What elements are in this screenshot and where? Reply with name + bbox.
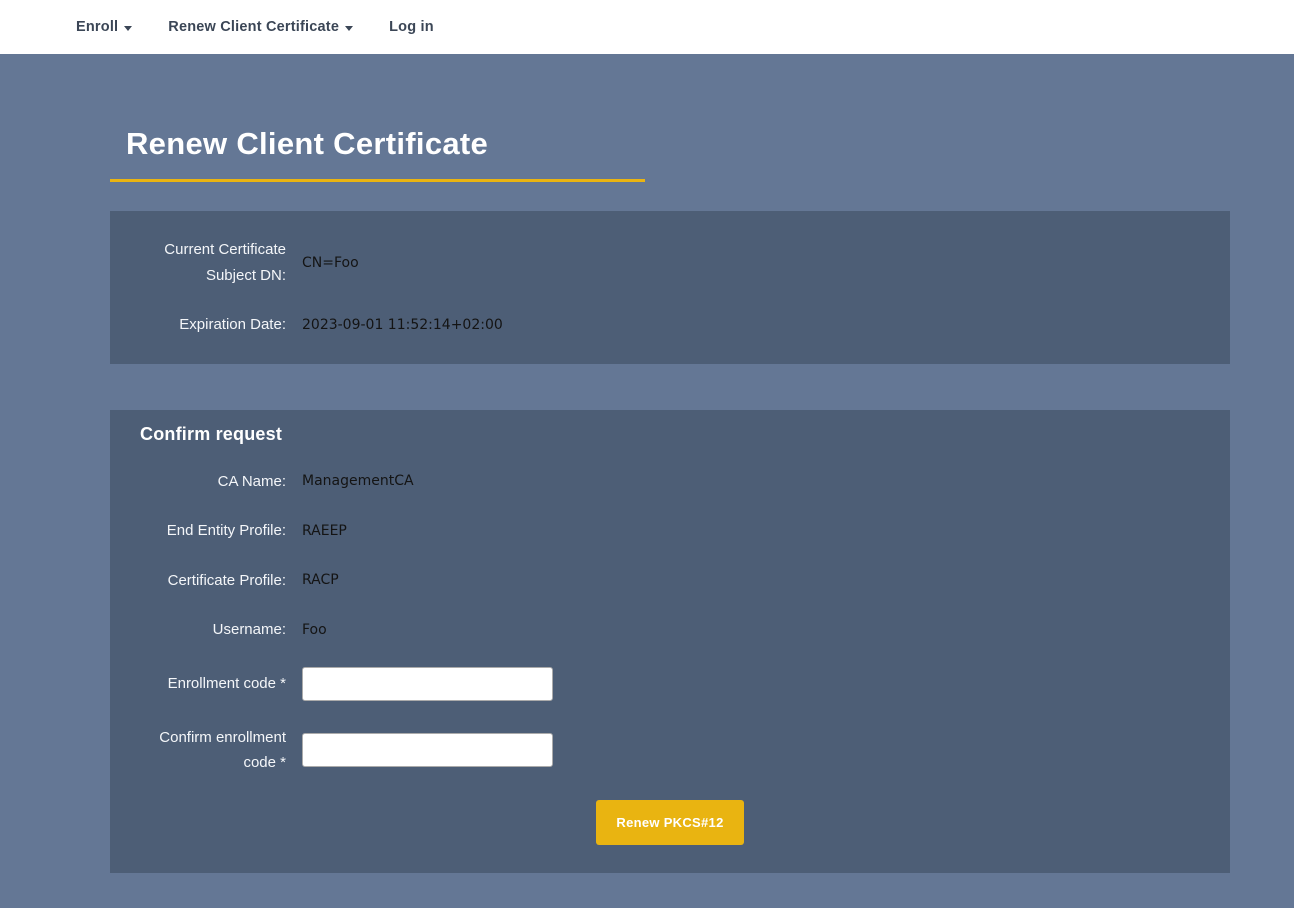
confirm-enrollment-code-label: Confirm enrollment code * [140, 725, 286, 776]
ca-name-row: CA Name: ManagementCA [140, 469, 1200, 495]
certificate-profile-value: RACP [302, 572, 339, 588]
ca-name-label: CA Name: [140, 469, 286, 495]
nav-item-enroll-label: Enroll [76, 19, 118, 35]
nav-item-log-in[interactable]: Log in [389, 19, 434, 35]
nav-item-login-label: Log in [389, 19, 434, 35]
renew-pkcs12-button[interactable]: Renew PKCS#12 [596, 800, 743, 845]
ca-name-value: ManagementCA [302, 473, 414, 489]
expiration-date-label: Expiration Date: [140, 312, 286, 338]
end-entity-profile-label: End Entity Profile: [140, 518, 286, 544]
username-label: Username: [140, 617, 286, 643]
caret-down-icon [124, 26, 132, 31]
page-title: Renew Client Certificate [110, 126, 1230, 162]
top-navbar: Enroll Renew Client Certificate Log in [0, 0, 1294, 54]
enrollment-code-row: Enrollment code * [140, 667, 1200, 701]
confirm-request-panel: Confirm request CA Name: ManagementCA En… [110, 410, 1230, 873]
nav-item-enroll[interactable]: Enroll [76, 19, 132, 35]
certificate-profile-row: Certificate Profile: RACP [140, 568, 1200, 594]
caret-down-icon [345, 26, 353, 31]
certificate-profile-label: Certificate Profile: [140, 568, 286, 594]
main-content: Renew Client Certificate Current Certifi… [110, 126, 1230, 873]
confirm-enrollment-code-input[interactable] [302, 733, 553, 767]
username-value: Foo [302, 622, 327, 638]
confirm-enrollment-code-row: Confirm enrollment code * [140, 725, 1200, 776]
nav-item-renew-label: Renew Client Certificate [168, 19, 339, 35]
username-row: Username: Foo [140, 617, 1200, 643]
end-entity-profile-row: End Entity Profile: RAEEP [140, 518, 1200, 544]
enrollment-code-label: Enrollment code * [140, 671, 286, 697]
nav-item-renew-client-certificate[interactable]: Renew Client Certificate [168, 19, 353, 35]
confirm-request-heading: Confirm request [140, 424, 1200, 445]
subject-dn-row: Current Certificate Subject DN: CN=Foo [140, 237, 1200, 288]
title-underline [110, 179, 645, 182]
expiration-date-value: 2023-09-01 11:52:14+02:00 [302, 317, 503, 333]
subject-dn-value: CN=Foo [302, 255, 359, 271]
subject-dn-label: Current Certificate Subject DN: [140, 237, 286, 288]
certificate-info-panel: Current Certificate Subject DN: CN=Foo E… [110, 211, 1230, 364]
expiration-date-row: Expiration Date: 2023-09-01 11:52:14+02:… [140, 312, 1200, 338]
submit-button-row: Renew PKCS#12 [140, 800, 1200, 845]
enrollment-code-input[interactable] [302, 667, 553, 701]
end-entity-profile-value: RAEEP [302, 523, 347, 539]
